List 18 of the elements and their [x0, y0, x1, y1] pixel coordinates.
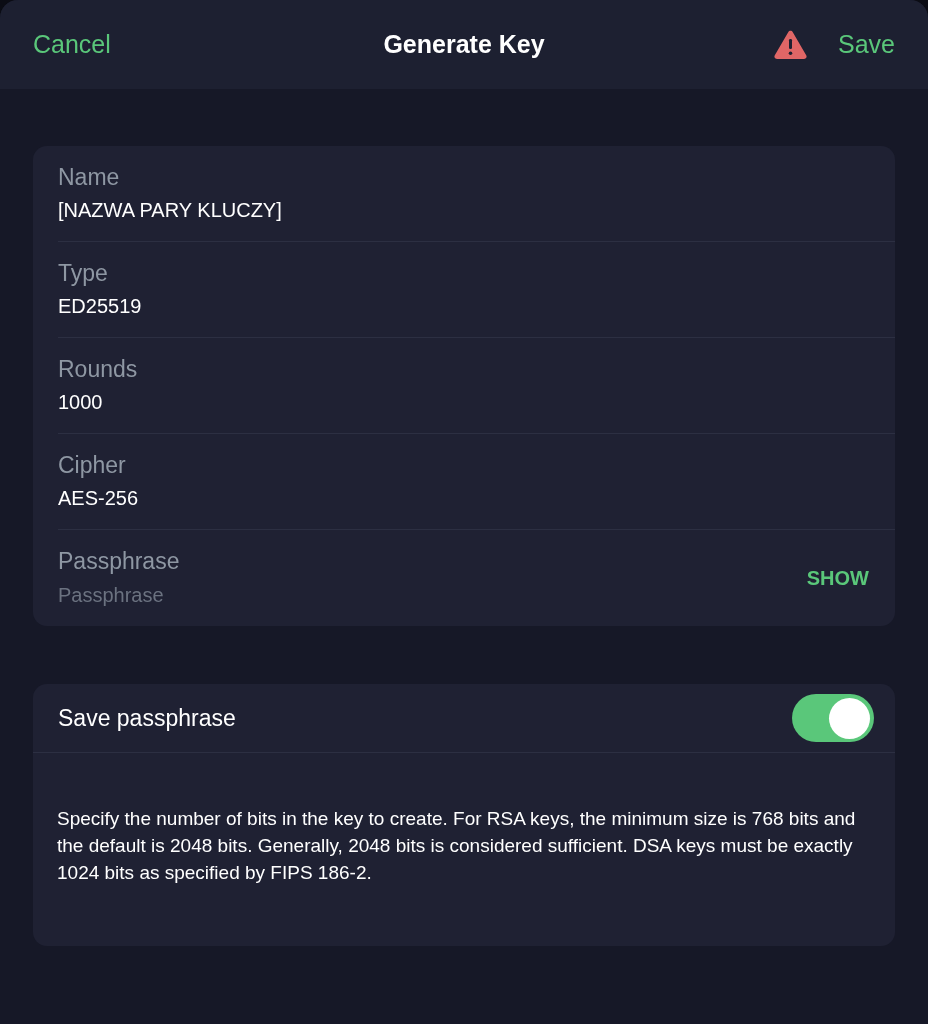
warning-icon[interactable] — [774, 30, 807, 59]
show-button[interactable]: SHOW — [806, 566, 869, 590]
toggle-switch[interactable] — [792, 694, 874, 742]
field-label: Cipher — [58, 450, 126, 480]
field-label: Type — [58, 258, 108, 288]
field-label: Rounds — [58, 354, 138, 384]
text-field[interactable]: [NAZWA PARY KLUCZY] — [58, 195, 458, 226]
window-title: Generate Key — [383, 30, 545, 59]
save-button[interactable]: Save — [838, 30, 895, 59]
toggle-label: Save passphrase — [58, 704, 237, 732]
text-field[interactable]: 1000 — [58, 387, 458, 418]
cancel-button[interactable]: Cancel — [33, 30, 111, 59]
text-field[interactable]: Passphrase — [58, 580, 458, 610]
text-field[interactable]: AES-256 — [58, 483, 458, 514]
text-field[interactable]: ED25519 — [58, 291, 458, 322]
field-label: Name — [58, 162, 120, 192]
description-text: Specify the number of bits in the key to create. For RSA keys, the minimum size is 768 bits and the default is 2048 bits. Generally, 2048 bits is considered sufficient. DSA keys must be exactly 1024 bits as specified by FIPS 186-2. — [57, 807, 857, 885]
field-label: Passphrase — [58, 547, 180, 576]
